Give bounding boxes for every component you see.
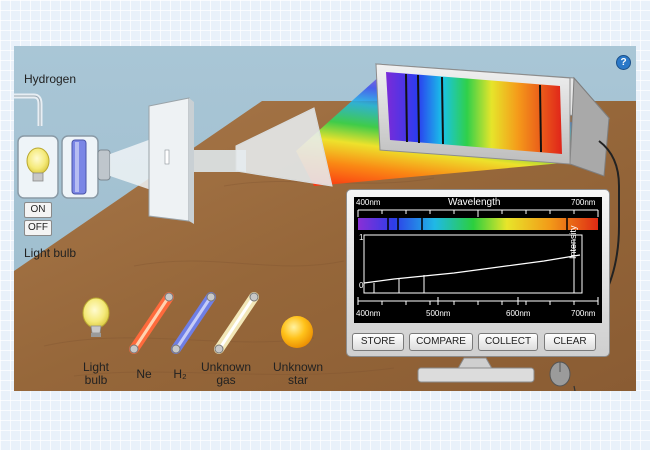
off-button[interactable]: OFF <box>24 220 52 236</box>
tray-label-unknown-gas: Unknown gas <box>200 360 252 387</box>
bottom-tick-600: 600nm <box>506 309 531 318</box>
tray-label-hydrogen: H₂ <box>173 367 187 381</box>
y-axis-bottom: 0 <box>359 281 364 290</box>
monitor-base <box>417 367 535 383</box>
store-button[interactable]: STORE <box>352 333 404 351</box>
tray-label-unknown-star: Unknown star <box>272 360 324 387</box>
spectrum-screen: 400nm Wavelength 700nm 1 0 Intensity 400… <box>354 197 602 323</box>
bottom-tick-700: 700nm <box>571 309 596 318</box>
bottom-tick-500: 500nm <box>426 309 451 318</box>
spectrum-color-bar <box>358 218 598 230</box>
tray-label-neon: Ne <box>136 367 152 381</box>
bulb-caption: Light bulb <box>24 246 77 260</box>
simulation-stage: ? Hydrogen ON OFF Light bulb Light bulb … <box>14 46 636 391</box>
top-left-wavelength: 400nm <box>356 198 381 207</box>
compare-button[interactable]: COMPARE <box>409 333 473 351</box>
intensity-peaks <box>373 239 575 293</box>
top-right-wavelength: 700nm <box>571 198 596 207</box>
intensity-plot <box>363 234 583 294</box>
active-source-label: Hydrogen <box>24 72 77 86</box>
intensity-axis-label: Intensity <box>568 225 578 259</box>
collect-button[interactable]: COLLECT <box>478 333 538 351</box>
tray-label-light-bulb: Light bulb <box>82 360 110 387</box>
wavelength-title: Wavelength <box>448 197 501 208</box>
clear-button[interactable]: CLEAR <box>544 333 596 351</box>
intensity-curve <box>363 254 581 284</box>
on-button[interactable]: ON <box>24 202 52 218</box>
monitor-controls: STORE COMPARE COLLECT CLEAR <box>352 333 604 351</box>
spectrum-monitor: 400nm Wavelength 700nm 1 0 Intensity 400… <box>346 189 610 357</box>
bottom-tick-400: 400nm <box>356 309 381 318</box>
help-icon[interactable]: ? <box>617 56 630 69</box>
unknown-star-item[interactable] <box>281 316 313 348</box>
spectrum-graph <box>357 209 599 305</box>
y-axis-top: 1 <box>359 233 364 242</box>
